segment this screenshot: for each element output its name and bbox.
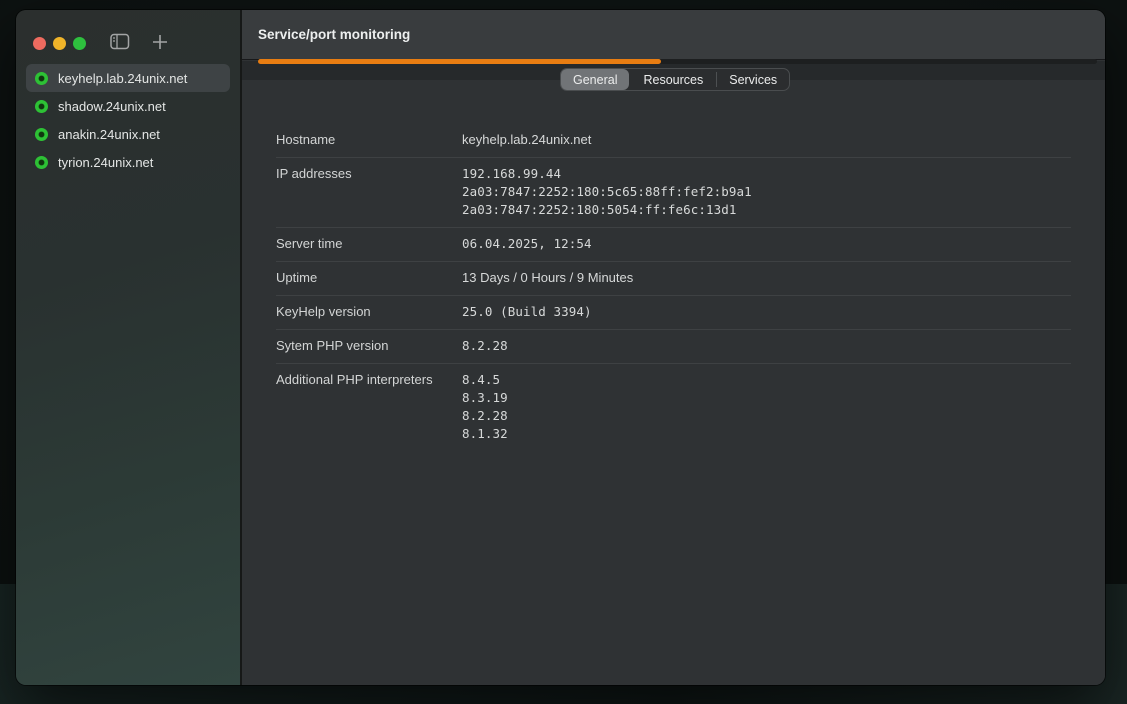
- segment-divider: [716, 72, 717, 87]
- detail-row: Server time 06.04.2025, 12:54: [276, 228, 1071, 262]
- server-name: shadow.24unix.net: [58, 99, 166, 114]
- scan-progress-bar: [258, 59, 1097, 64]
- main-titlebar: Service/port monitoring: [242, 10, 1105, 60]
- sidebar: keyhelp.lab.24unix.net shadow.24unix.net…: [16, 10, 240, 685]
- detail-value-line: 2a03:7847:2252:180:5c65:88ff:fef2:b9a1: [462, 183, 752, 201]
- tab-services[interactable]: Services: [716, 68, 790, 91]
- server-name: tyrion.24unix.net: [58, 155, 153, 170]
- content-area: Hostname keyhelp.lab.24unix.net IP addre…: [242, 80, 1105, 685]
- detail-values: 25.0 (Build 3394): [462, 303, 592, 321]
- tab-label: Resources: [643, 73, 703, 87]
- detail-row: Hostname keyhelp.lab.24unix.net: [276, 124, 1071, 158]
- window-controls: [33, 37, 86, 50]
- detail-values: 13 Days / 0 Hours / 9 Minutes: [462, 269, 633, 287]
- main-pane: Service/port monitoring General Resource…: [240, 10, 1105, 685]
- detail-values: 06.04.2025, 12:54: [462, 235, 592, 253]
- detail-label: Hostname: [276, 131, 462, 149]
- server-list: keyhelp.lab.24unix.net shadow.24unix.net…: [26, 64, 230, 176]
- tab-general[interactable]: General: [561, 69, 629, 90]
- tab-label: Services: [729, 73, 777, 87]
- detail-label: Uptime: [276, 269, 462, 287]
- add-server-button[interactable]: [152, 34, 168, 50]
- detail-value-line: 8.2.28: [462, 337, 508, 355]
- detail-values: 8.4.58.3.198.2.288.1.32: [462, 371, 508, 443]
- detail-value-line: 8.2.28: [462, 407, 508, 425]
- tab-label: General: [573, 73, 617, 87]
- detail-value-line: keyhelp.lab.24unix.net: [462, 131, 591, 149]
- detail-label: Sytem PHP version: [276, 337, 462, 355]
- detail-value-line: 8.3.19: [462, 389, 508, 407]
- sidebar-toolbar: [110, 33, 168, 50]
- sidebar-item-tyrion[interactable]: tyrion.24unix.net: [26, 148, 230, 176]
- sidebar-item-keyhelp[interactable]: keyhelp.lab.24unix.net: [26, 64, 230, 92]
- detail-value-line: 25.0 (Build 3394): [462, 303, 592, 321]
- detail-row: Uptime 13 Days / 0 Hours / 9 Minutes: [276, 262, 1071, 296]
- detail-row: Additional PHP interpreters 8.4.58.3.198…: [276, 364, 1071, 451]
- tab-bar: General Resources Services: [560, 68, 790, 91]
- detail-value-line: 8.1.32: [462, 425, 508, 443]
- tab-resources[interactable]: Resources: [630, 68, 716, 91]
- detail-label: KeyHelp version: [276, 303, 462, 321]
- close-button[interactable]: [33, 37, 46, 50]
- server-name: keyhelp.lab.24unix.net: [58, 71, 187, 86]
- sidebar-toggle-button[interactable]: [110, 33, 130, 50]
- detail-label: Additional PHP interpreters: [276, 371, 462, 443]
- detail-values: 8.2.28: [462, 337, 508, 355]
- server-name: anakin.24unix.net: [58, 127, 160, 142]
- detail-value-line: 06.04.2025, 12:54: [462, 235, 592, 253]
- detail-row: Sytem PHP version 8.2.28: [276, 330, 1071, 364]
- detail-values: 192.168.99.442a03:7847:2252:180:5c65:88f…: [462, 165, 752, 219]
- status-online-icon: [35, 100, 48, 113]
- detail-label: Server time: [276, 235, 462, 253]
- detail-row: KeyHelp version 25.0 (Build 3394): [276, 296, 1071, 330]
- status-online-icon: [35, 128, 48, 141]
- details-table: Hostname keyhelp.lab.24unix.net IP addre…: [276, 124, 1071, 451]
- zoom-button[interactable]: [73, 37, 86, 50]
- sidebar-toggle-icon: [110, 33, 130, 50]
- scan-progress-fill: [258, 59, 661, 64]
- sidebar-item-anakin[interactable]: anakin.24unix.net: [26, 120, 230, 148]
- add-icon: [152, 34, 168, 50]
- detail-value-line: 8.4.5: [462, 371, 508, 389]
- page-title: Service/port monitoring: [258, 10, 410, 60]
- app-window: keyhelp.lab.24unix.net shadow.24unix.net…: [16, 10, 1105, 685]
- detail-value-line: 192.168.99.44: [462, 165, 752, 183]
- detail-row: IP addresses 192.168.99.442a03:7847:2252…: [276, 158, 1071, 228]
- detail-value-line: 2a03:7847:2252:180:5054:ff:fe6c:13d1: [462, 201, 752, 219]
- minimize-button[interactable]: [53, 37, 66, 50]
- status-online-icon: [35, 72, 48, 85]
- detail-label: IP addresses: [276, 165, 462, 219]
- sidebar-item-shadow[interactable]: shadow.24unix.net: [26, 92, 230, 120]
- detail-values: keyhelp.lab.24unix.net: [462, 131, 591, 149]
- status-online-icon: [35, 156, 48, 169]
- detail-value-line: 13 Days / 0 Hours / 9 Minutes: [462, 269, 633, 287]
